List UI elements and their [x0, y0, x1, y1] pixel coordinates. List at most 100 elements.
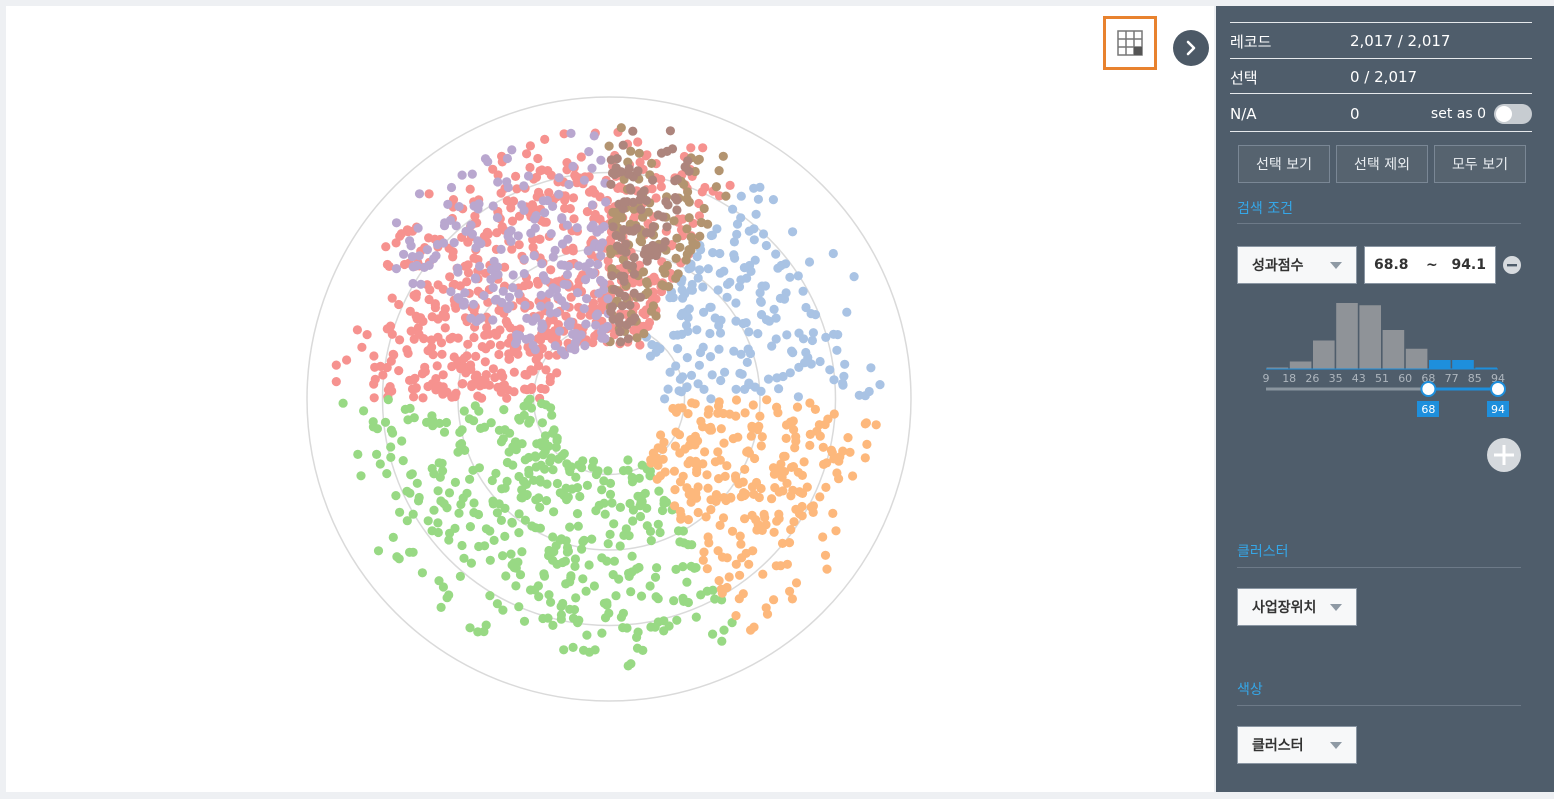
histogram-bar[interactable] — [1336, 303, 1358, 369]
scatter-point[interactable] — [424, 189, 434, 199]
scatter-point[interactable] — [755, 288, 765, 298]
scatter-point[interactable] — [793, 392, 804, 402]
scatter-point[interactable] — [682, 353, 692, 363]
filter-field-select[interactable]: 성과점수 — [1237, 246, 1357, 284]
scatter-point[interactable] — [767, 341, 777, 351]
scatter-point[interactable] — [703, 483, 713, 493]
scatter-point[interactable] — [383, 395, 393, 405]
scatter-point[interactable] — [619, 271, 629, 281]
scatter-point[interactable] — [461, 368, 471, 378]
scatter-point[interactable] — [705, 328, 715, 339]
scatter-point[interactable] — [644, 317, 655, 328]
scatter-point[interactable] — [492, 262, 503, 272]
scatter-point[interactable] — [626, 146, 636, 156]
scatter-point[interactable] — [619, 197, 629, 207]
scatter-point[interactable] — [485, 555, 495, 565]
scatter-point[interactable] — [665, 126, 676, 136]
scatter-point[interactable] — [694, 154, 704, 164]
scatter-point[interactable] — [687, 279, 697, 290]
scatter-point[interactable] — [769, 304, 779, 314]
scatter-point[interactable] — [632, 632, 642, 643]
scatter-point[interactable] — [485, 340, 496, 350]
scatter-point[interactable] — [731, 316, 741, 326]
scatter-point[interactable] — [564, 179, 574, 190]
scatter-point[interactable] — [427, 526, 437, 536]
scatter-point[interactable] — [570, 345, 580, 355]
scatter-point[interactable] — [380, 417, 391, 427]
scatter-point[interactable] — [469, 498, 479, 508]
scatter-point[interactable] — [776, 470, 787, 480]
scatter-point[interactable] — [557, 213, 567, 223]
scatter-point[interactable] — [774, 384, 784, 394]
scatter-point[interactable] — [780, 451, 790, 461]
scatter-point[interactable] — [537, 418, 548, 428]
scatter-point[interactable] — [597, 553, 607, 563]
scatter-point[interactable] — [672, 174, 683, 184]
scatter-point[interactable] — [616, 123, 626, 133]
scatter-point[interactable] — [394, 299, 404, 310]
scatter-point[interactable] — [525, 141, 536, 151]
scatter-point[interactable] — [820, 550, 831, 560]
scatter-point[interactable] — [548, 532, 558, 542]
scatter-point[interactable] — [503, 304, 513, 314]
scatter-point[interactable] — [710, 457, 721, 467]
scatter-point[interactable] — [683, 156, 693, 166]
scatter-point[interactable] — [487, 475, 497, 486]
scatter-point[interactable] — [508, 442, 518, 452]
scatter-point[interactable] — [691, 612, 701, 622]
scatter-point[interactable] — [713, 285, 723, 295]
histogram-bar[interactable] — [1429, 360, 1451, 369]
scatter-point[interactable] — [639, 186, 649, 196]
scatter-point[interactable] — [607, 498, 617, 508]
scatter-point[interactable] — [615, 327, 625, 337]
scatter-point[interactable] — [534, 493, 544, 503]
scatter-point[interactable] — [822, 458, 832, 468]
scatter-point[interactable] — [748, 400, 758, 410]
scatter-point[interactable] — [537, 259, 547, 269]
table-view-button[interactable] — [1103, 16, 1157, 70]
scatter-point[interactable] — [352, 325, 362, 335]
scatter-point[interactable] — [456, 439, 467, 449]
scatter-point[interactable] — [618, 623, 628, 633]
scatter-point[interactable] — [507, 517, 517, 527]
scatter-point[interactable] — [502, 153, 512, 164]
scatter-point[interactable] — [405, 488, 415, 498]
scatter-point[interactable] — [438, 370, 448, 380]
scatter-point[interactable] — [418, 368, 428, 378]
scatter-point[interactable] — [568, 642, 578, 653]
scatter-point[interactable] — [701, 512, 711, 522]
scatter-point[interactable] — [555, 326, 565, 336]
scatter-point[interactable] — [736, 539, 746, 549]
scatter-point[interactable] — [623, 334, 634, 344]
scatter-point[interactable] — [628, 516, 638, 526]
scatter-point[interactable] — [673, 344, 683, 354]
scatter-point[interactable] — [815, 492, 825, 502]
scatter-point[interactable] — [674, 430, 685, 440]
scatter-point[interactable] — [656, 174, 666, 184]
scatter-point[interactable] — [480, 541, 490, 551]
scatter-point[interactable] — [497, 484, 507, 494]
scatter-point[interactable] — [422, 417, 432, 427]
scatter-point[interactable] — [625, 183, 635, 193]
scatter-point[interactable] — [608, 222, 618, 232]
scatter-point[interactable] — [751, 209, 761, 219]
scatter-point[interactable] — [359, 406, 369, 416]
scatter-point[interactable] — [519, 401, 529, 411]
scatter-point[interactable] — [749, 489, 759, 499]
scatter-point[interactable] — [618, 608, 629, 618]
scatter-point[interactable] — [485, 591, 495, 601]
scatter-point[interactable] — [862, 439, 872, 449]
scatter-point[interactable] — [788, 227, 798, 237]
scatter-point[interactable] — [756, 386, 766, 396]
scatter-point[interactable] — [754, 421, 764, 431]
scatter-point[interactable] — [579, 645, 589, 655]
scatter-point[interactable] — [424, 233, 434, 243]
scatter-point[interactable] — [700, 447, 710, 457]
scatter-point[interactable] — [528, 340, 538, 350]
scatter-point[interactable] — [469, 332, 479, 343]
scatter-point[interactable] — [741, 318, 751, 328]
scatter-point[interactable] — [774, 514, 784, 524]
scatter-point[interactable] — [438, 582, 448, 592]
scatter-point[interactable] — [597, 333, 607, 343]
scatter-point[interactable] — [528, 366, 538, 376]
